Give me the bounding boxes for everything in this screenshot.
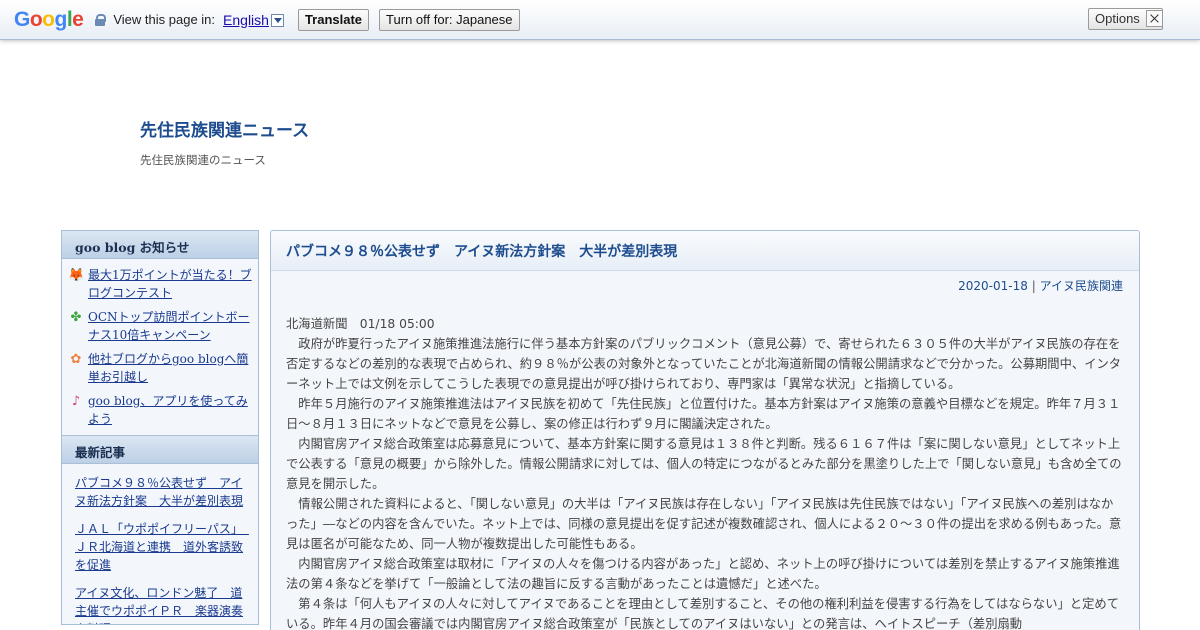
blog-description: 先住民族関連のニュース: [140, 153, 266, 167]
notice-item[interactable]: ✤ OCNトップ訪問ポイントボーナス10倍キャンペーン: [62, 305, 258, 347]
music-note-icon: ♪: [71, 394, 81, 409]
article-category[interactable]: アイヌ民族関連: [1040, 279, 1123, 293]
article-paragraph: 政府が昨夏行ったアイヌ施策推進法施行に伴う基本方針案のパブリックコメント（意見公…: [286, 337, 1122, 391]
notice-link[interactable]: OCNトップ訪問ポイントボーナス10倍キャンペーン: [88, 308, 252, 344]
article-paragraph: 昨年５月施行のアイヌ施策推進法はアイヌ民族を初めて「先住民族」と位置付けた。基本…: [286, 397, 1121, 431]
flower-icon: ✿: [70, 352, 82, 367]
google-logo: Google: [14, 7, 84, 31]
clover-icon: ✤: [70, 310, 82, 325]
article-paragraph: 第４条は「何人もアイヌの人々に対してアイヌであることを理由として差別すること、そ…: [286, 597, 1119, 630]
notice-item[interactable]: ♪ goo blog、アプリを使ってみよう: [62, 389, 258, 431]
fox-icon: 🦊: [68, 268, 85, 283]
article-header: パブコメ９８％公表せず アイヌ新法方針案 大半が差別表現: [271, 231, 1139, 271]
article-paragraph: 内閣官房アイヌ総合政策室は取材に「アイヌの人々を傷つける内容があった」と認め、ネ…: [286, 557, 1120, 591]
notice-heading: goo blog お知らせ: [62, 231, 258, 259]
recent-box: 最新記事 パブコメ９８％公表せず アイヌ新法方針案 大半が差別表現 ＪＡＬ「ウポ…: [61, 436, 259, 625]
article-meta: 2020-01-18 | アイヌ民族関連: [271, 271, 1139, 294]
close-icon[interactable]: [1146, 10, 1163, 27]
meta-separator: |: [1031, 279, 1036, 293]
sidebar: goo blog お知らせ 🦊 最大1万ポイントが当たる！ブログコンテスト ✤ …: [61, 230, 259, 625]
notice-item[interactable]: 🦊 最大1万ポイントが当たる！ブログコンテスト: [62, 263, 258, 305]
view-page-label: View this page in:: [113, 12, 216, 27]
language-value: English: [223, 11, 269, 28]
article: パブコメ９８％公表せず アイヌ新法方針案 大半が差別表現 2020-01-18 …: [270, 230, 1140, 630]
article-source: 北海道新聞 01/18 05:00: [286, 317, 435, 331]
recent-article-link[interactable]: パブコメ９８％公表せず アイヌ新法方針案 大半が差別表現: [75, 474, 245, 510]
notice-item[interactable]: ✿ 他社ブログからgoo blogへ簡単お引越し: [62, 347, 258, 389]
article-paragraph: 内閣官房アイヌ総合政策室は応募意見について、基本方針案に関する意見は１３８件と判…: [286, 437, 1122, 491]
notice-list: 🦊 最大1万ポイントが当たる！ブログコンテスト ✤ OCNトップ訪問ポイントボー…: [62, 259, 258, 435]
recent-article-link[interactable]: ＪＡＬ「ウポポイフリーパス」 ＪＲ北海道と連携 道外客誘致を促進: [75, 520, 249, 574]
recent-article-link[interactable]: アイヌ文化、ロンドン魅了 道主催でウポポイＰＲ 楽器演奏や料理: [75, 584, 245, 624]
notice-link[interactable]: 他社ブログからgoo blogへ簡単お引越し: [88, 350, 252, 386]
lock-icon: [95, 13, 107, 26]
translate-button[interactable]: Translate: [297, 8, 370, 31]
recent-heading: 最新記事: [62, 436, 258, 464]
article-body: 北海道新聞 01/18 05:00 政府が昨夏行ったアイヌ施策推進法施行に伴う基…: [271, 294, 1139, 630]
notice-link[interactable]: 最大1万ポイントが当たる！ブログコンテスト: [88, 266, 252, 302]
translate-bar: Google View this page in: English Transl…: [0, 0, 1200, 40]
dropdown-arrow-icon[interactable]: [270, 13, 284, 27]
article-paragraph: 情報公開された資料によると、「関しない意見」の大半は「アイヌ民族は存在しない」「…: [286, 497, 1122, 551]
blog-title[interactable]: 先住民族関連ニュース: [140, 116, 309, 141]
article-date[interactable]: 2020-01-18: [958, 279, 1028, 293]
article-title[interactable]: パブコメ９８％公表せず アイヌ新法方針案 大半が差別表現: [286, 241, 1124, 261]
recent-list: パブコメ９８％公表せず アイヌ新法方針案 大半が差別表現 ＪＡＬ「ウポポイフリー…: [62, 464, 258, 624]
notice-box: goo blog お知らせ 🦊 最大1万ポイントが当たる！ブログコンテスト ✤ …: [61, 230, 259, 436]
notice-link[interactable]: goo blog、アプリを使ってみよう: [88, 392, 252, 428]
language-select[interactable]: English: [223, 12, 284, 28]
turn-off-button[interactable]: Turn off for: Japanese: [379, 8, 520, 31]
